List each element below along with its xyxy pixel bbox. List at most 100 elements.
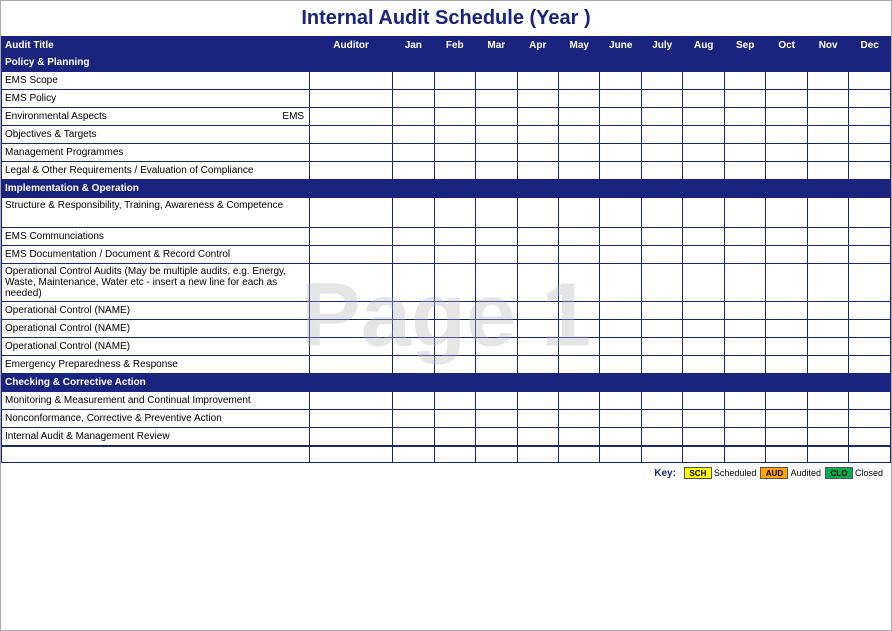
- month-cell: [849, 392, 891, 410]
- month-cell: [434, 428, 475, 446]
- month-cell: [641, 410, 682, 428]
- month-cell: [517, 228, 558, 246]
- month-cell: [434, 228, 475, 246]
- month-cell: [600, 428, 641, 446]
- cls-box: CLO: [825, 467, 853, 479]
- cls-label: Closed: [855, 468, 883, 478]
- month-cell: [476, 410, 517, 428]
- month-cell: [476, 162, 517, 180]
- month-cell: [724, 126, 765, 144]
- july-header: July: [641, 38, 682, 54]
- month-cell: [766, 144, 807, 162]
- month-cell: [476, 392, 517, 410]
- month-cell: [517, 392, 558, 410]
- month-cell: [641, 72, 682, 90]
- month-cell: [559, 90, 600, 108]
- month-cell: [724, 162, 765, 180]
- month-cell: [766, 320, 807, 338]
- month-cell: [724, 264, 765, 302]
- month-cell: [849, 126, 891, 144]
- month-cell: [434, 338, 475, 356]
- auditor-cell: [310, 338, 393, 356]
- auditor-cell: [310, 72, 393, 90]
- month-cell: [476, 198, 517, 228]
- month-cell: [724, 428, 765, 446]
- month-cell: [559, 338, 600, 356]
- audit-item-cell: Operational Control (NAME): [2, 302, 310, 320]
- auditor-cell: [310, 246, 393, 264]
- month-cell: [724, 144, 765, 162]
- month-cell: [683, 162, 724, 180]
- table-row: Operational Control (NAME): [2, 338, 891, 356]
- month-cell: [517, 410, 558, 428]
- month-cell: [807, 126, 848, 144]
- section-label: Checking & Corrective Action: [2, 374, 891, 392]
- month-cell: [683, 126, 724, 144]
- nov-header: Nov: [807, 38, 848, 54]
- month-cell: [393, 162, 434, 180]
- month-cell: [517, 72, 558, 90]
- month-cell: [559, 264, 600, 302]
- month-cell: [641, 392, 682, 410]
- month-cell: [849, 428, 891, 446]
- table-row: Monitoring & Measurement and Continual I…: [2, 392, 891, 410]
- month-cell: [559, 302, 600, 320]
- month-cell: [724, 108, 765, 126]
- ems-tag: EMS: [282, 111, 304, 122]
- audit-item-cell: Emergency Preparedness & Response: [2, 356, 310, 374]
- month-cell: [724, 198, 765, 228]
- month-cell: [724, 356, 765, 374]
- month-cell: [600, 356, 641, 374]
- month-cell: [393, 392, 434, 410]
- table-row: EMS Communciations: [2, 228, 891, 246]
- month-cell: [683, 302, 724, 320]
- month-cell: [517, 108, 558, 126]
- month-cell: [683, 246, 724, 264]
- month-cell: [600, 72, 641, 90]
- month-cell: [476, 144, 517, 162]
- month-cell: [600, 162, 641, 180]
- month-cell: [559, 410, 600, 428]
- page-container: Page 1 Internal Audit Schedule (Year ) A…: [0, 0, 892, 631]
- month-cell: [393, 320, 434, 338]
- month-cell: [683, 392, 724, 410]
- month-cell: [476, 264, 517, 302]
- month-cell: [393, 144, 434, 162]
- month-cell: [766, 338, 807, 356]
- key-closed: CLO Closed: [825, 467, 883, 479]
- month-cell: [807, 428, 848, 446]
- month-cell: [849, 72, 891, 90]
- month-cell: [807, 162, 848, 180]
- month-cell: [849, 90, 891, 108]
- month-cell: [766, 198, 807, 228]
- month-cell: [559, 392, 600, 410]
- month-cell: [559, 320, 600, 338]
- audit-item-cell: Structure & Responsibility, Training, Aw…: [2, 198, 310, 228]
- month-cell: [559, 246, 600, 264]
- month-cell: [766, 126, 807, 144]
- audit-item-cell: Operational Control Audits (May be multi…: [2, 264, 310, 302]
- audit-item-cell: Monitoring & Measurement and Continual I…: [2, 392, 310, 410]
- table-row: EMS Documentation / Document & Record Co…: [2, 246, 891, 264]
- audit-item-cell: Operational Control (NAME): [2, 338, 310, 356]
- month-cell: [807, 410, 848, 428]
- table-row: EMS Policy: [2, 90, 891, 108]
- table-row: Objectives & Targets: [2, 126, 891, 144]
- month-cell: [641, 198, 682, 228]
- month-cell: [766, 302, 807, 320]
- month-cell: [476, 338, 517, 356]
- month-cell: [849, 162, 891, 180]
- month-cell: [434, 356, 475, 374]
- month-cell: [641, 90, 682, 108]
- month-cell: [517, 356, 558, 374]
- audit-item-cell: EMS Communciations: [2, 228, 310, 246]
- mar-header: Mar: [476, 38, 517, 54]
- month-cell: [849, 320, 891, 338]
- auditor-cell: [310, 162, 393, 180]
- month-cell: [849, 302, 891, 320]
- month-cell: [683, 356, 724, 374]
- month-cell: [517, 264, 558, 302]
- aud-box: AUD: [760, 467, 788, 479]
- feb-header: Feb: [434, 38, 475, 54]
- month-cell: [559, 72, 600, 90]
